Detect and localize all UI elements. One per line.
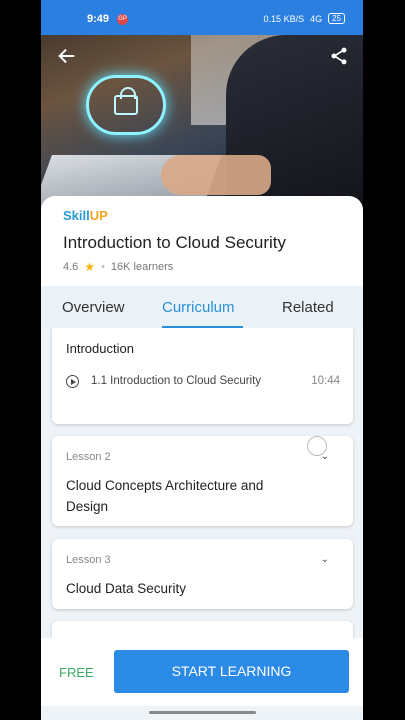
- curriculum-list[interactable]: Introduction 1.1 Introduction to Cloud S…: [41, 328, 363, 638]
- lesson-card[interactable]: Lesson 2 Cloud Concepts Architecture and…: [52, 436, 353, 526]
- app-screen: 9:49 GP 0.15 KB/S 4G 25 SkillUP Introduc…: [41, 0, 363, 720]
- battery-icon: 25: [328, 13, 345, 24]
- course-header: SkillUP Introduction to Cloud Security 4…: [41, 196, 363, 286]
- touch-indicator: [307, 436, 327, 456]
- course-meta: 4.6 ★ • 16K learners: [63, 260, 173, 274]
- price-label: FREE: [59, 665, 94, 680]
- lesson-label: Lesson 2: [66, 451, 111, 463]
- start-learning-button[interactable]: START LEARNING: [114, 650, 349, 693]
- brand-name-b: UP: [89, 208, 108, 223]
- lesson-card[interactable]: Lesson 3 Cloud Data Security ⌄: [52, 539, 353, 609]
- learners-count: 16K learners: [110, 261, 174, 273]
- lesson-card-introduction: Introduction 1.1 Introduction to Cloud S…: [52, 328, 353, 424]
- lesson-card[interactable]: [52, 621, 353, 638]
- status-indicators: 0.15 KB/S 4G 25: [264, 13, 345, 24]
- lesson-item-duration: 10:44: [311, 375, 340, 387]
- status-time: 9:49: [87, 13, 110, 25]
- back-arrow-icon[interactable]: [53, 45, 81, 73]
- home-indicator[interactable]: [149, 711, 256, 714]
- course-title: Introduction to Cloud Security: [63, 233, 287, 252]
- section-heading: Introduction: [66, 341, 134, 356]
- rating-value: 4.6: [63, 261, 79, 273]
- network-speed: 0.15 KB/S: [263, 13, 305, 24]
- lock-icon: [114, 87, 138, 115]
- share-icon[interactable]: [325, 45, 353, 73]
- hero-hand: [161, 155, 271, 195]
- lesson-label: Lesson 3: [66, 554, 111, 566]
- play-icon[interactable]: [66, 375, 79, 388]
- course-hero-image: [41, 35, 363, 210]
- brand-logo: SkillUP: [63, 208, 108, 223]
- tab-related[interactable]: Related: [282, 299, 334, 316]
- star-icon: ★: [84, 260, 96, 274]
- recording-icon: GP: [117, 14, 128, 25]
- course-tabs: Overview Curriculum Related: [41, 286, 363, 328]
- status-bar: 9:49 GP 0.15 KB/S 4G 25: [41, 0, 363, 35]
- tab-overview[interactable]: Overview: [62, 299, 125, 316]
- lesson-title: Cloud Concepts Architecture and Design: [66, 478, 264, 514]
- chevron-down-icon[interactable]: ⌄: [321, 554, 329, 565]
- tab-curriculum[interactable]: Curriculum: [162, 299, 235, 316]
- signal-icon: 4G: [310, 13, 323, 24]
- lesson-item-label: 1.1 Introduction to Cloud Security: [91, 375, 262, 387]
- separator-dot: •: [101, 261, 105, 273]
- bottom-action-bar: FREE START LEARNING: [41, 638, 363, 706]
- lesson-title: Cloud Data Security: [66, 581, 187, 596]
- brand-name-a: Skill: [63, 208, 90, 223]
